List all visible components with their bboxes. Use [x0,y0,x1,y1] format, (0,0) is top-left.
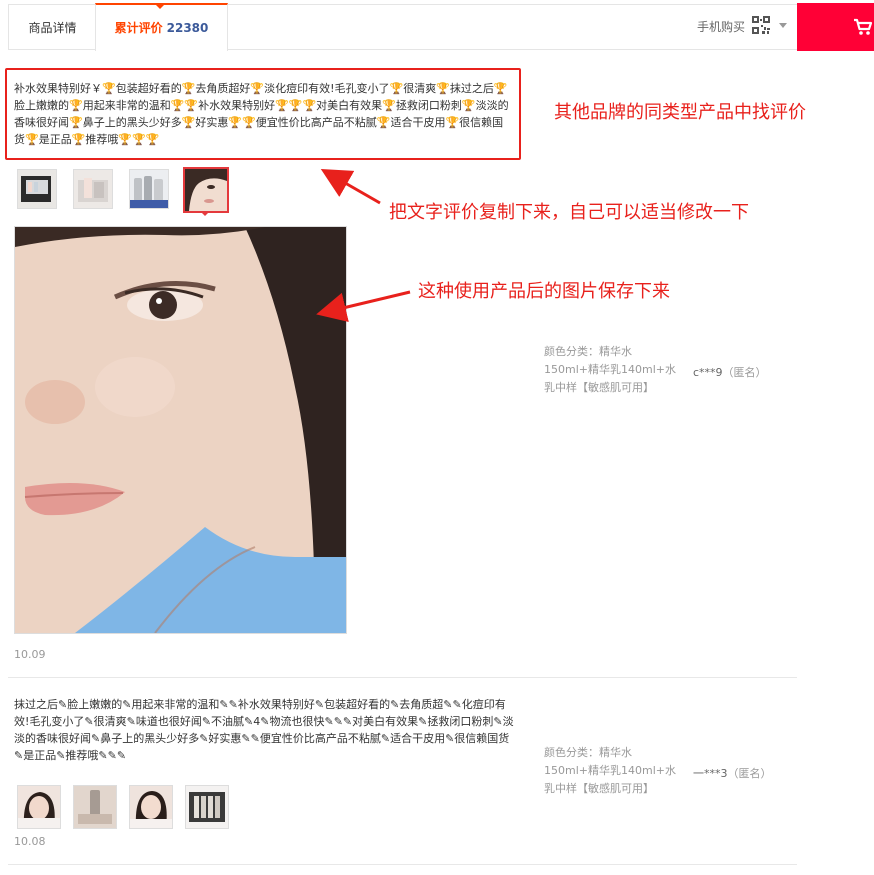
arrow-to-text-box [320,169,381,205]
arrow-to-photo [316,290,411,323]
annotation-arrows [316,169,411,323]
